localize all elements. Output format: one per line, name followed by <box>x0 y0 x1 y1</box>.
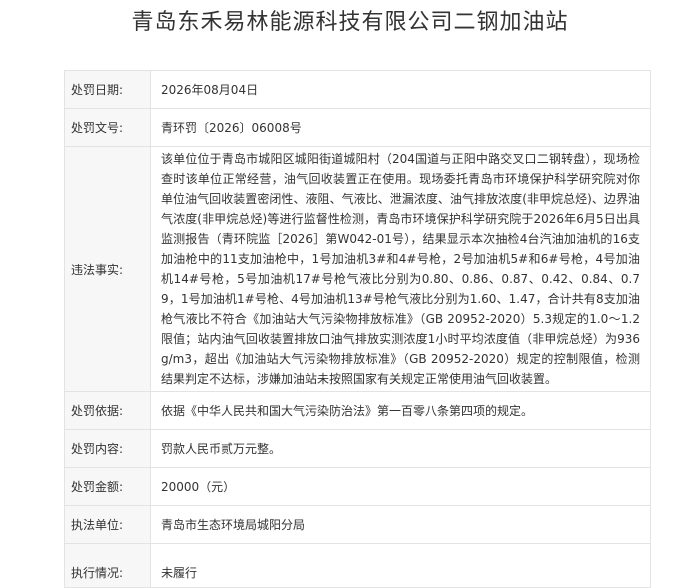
table-row-document-number: 处罚文号: 青环罚〔2026〕06008号 <box>64 108 651 147</box>
field-label: 违法事实: <box>64 146 151 392</box>
field-label: 处罚日期: <box>64 70 151 109</box>
table-row-execution-status: 执行情况: 未履行 <box>64 543 651 588</box>
table-row-penalty-amount: 处罚金额: 20000（元） <box>64 467 651 506</box>
field-label: 处罚内容: <box>64 429 151 468</box>
table-row-penalty-basis: 处罚依据: 依据《中华人民共和国大气污染防治法》第一百零八条第四项的规定。 <box>64 391 651 430</box>
table-row-penalty-date: 处罚日期: 2026年08月04日 <box>64 70 651 109</box>
field-label: 执法单位: <box>64 505 151 544</box>
field-value-penalty-basis: 依据《中华人民共和国大气污染防治法》第一百零八条第四项的规定。 <box>150 391 651 430</box>
field-value-penalty-amount: 20000（元） <box>150 467 651 506</box>
field-label: 处罚金额: <box>64 467 151 506</box>
field-value-enforcement-unit: 青岛市生态环境局城阳分局 <box>150 505 651 544</box>
field-value-violation-facts: 该单位位于青岛市城阳区城阳街道城阳村（204国道与正阳中路交叉口二钢转盘），现场… <box>150 146 651 392</box>
penalty-record-table: 处罚日期: 2026年08月04日 处罚文号: 青环罚〔2026〕06008号 … <box>64 70 651 588</box>
violation-facts-text: 该单位位于青岛市城阳区城阳街道城阳村（204国道与正阳中路交叉口二钢转盘），现场… <box>161 152 640 386</box>
field-value-execution-status: 未履行 <box>150 543 651 588</box>
field-value-penalty-content: 罚款人民币贰万元整。 <box>150 429 651 468</box>
field-value-penalty-date: 2026年08月04日 <box>150 70 651 109</box>
table-row-enforcement-unit: 执法单位: 青岛市生态环境局城阳分局 <box>64 505 651 544</box>
field-label: 处罚依据: <box>64 391 151 430</box>
table-row-violation-facts: 违法事实: 该单位位于青岛市城阳区城阳街道城阳村（204国道与正阳中路交叉口二钢… <box>64 146 651 392</box>
field-value-document-number: 青环罚〔2026〕06008号 <box>150 108 651 147</box>
page-title: 青岛东禾易林能源科技有限公司二钢加油站 <box>131 10 569 35</box>
field-label: 执行情况: <box>64 543 151 588</box>
field-label: 处罚文号: <box>64 108 151 147</box>
table-row-penalty-content: 处罚内容: 罚款人民币贰万元整。 <box>64 429 651 468</box>
